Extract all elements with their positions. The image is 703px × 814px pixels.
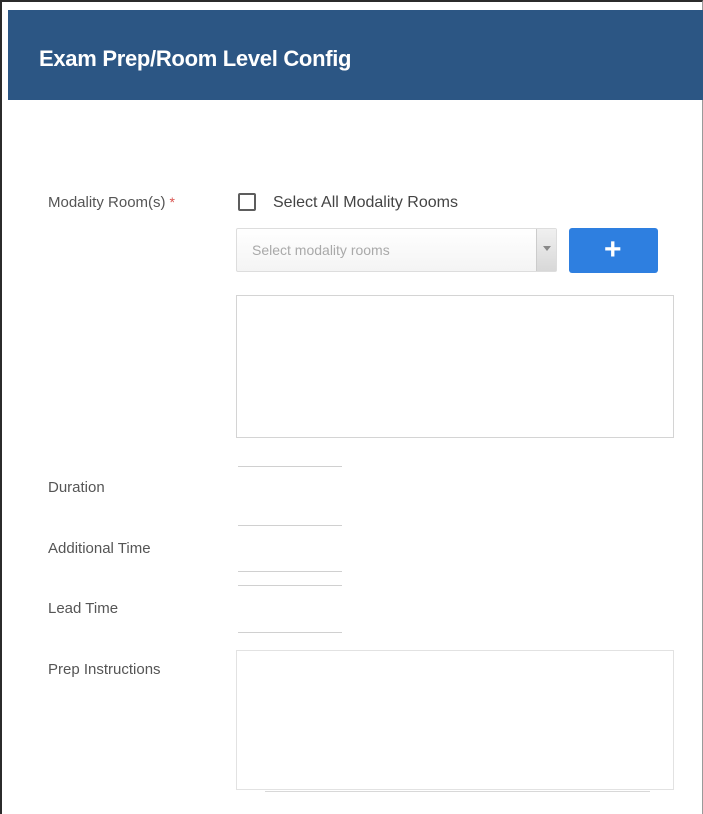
additional-time-label: Additional Time — [48, 540, 151, 557]
duration-label: Duration — [48, 479, 105, 496]
modality-rooms-select[interactable]: Select modality rooms — [236, 228, 557, 272]
additional-time-input[interactable] — [238, 548, 342, 572]
divider — [238, 585, 342, 586]
modality-rooms-label: Modality Room(s) * — [48, 194, 175, 211]
page-frame: Exam Prep/Room Level Config Modality Roo… — [0, 0, 703, 814]
required-asterisk: * — [169, 194, 175, 210]
prep-instructions-label: Prep Instructions — [48, 661, 161, 678]
modality-rooms-select-placeholder: Select modality rooms — [252, 242, 390, 258]
page-title: Exam Prep/Room Level Config — [39, 46, 352, 71]
lead-time-label: Lead Time — [48, 600, 119, 617]
modality-rooms-label-text: Modality Room(s) — [48, 194, 166, 211]
select-dropdown-toggle[interactable] — [536, 229, 556, 271]
page-header: Exam Prep/Room Level Config — [8, 10, 703, 100]
plus-icon: + — [604, 233, 622, 266]
lead-time-input[interactable] — [238, 609, 342, 633]
chevron-down-icon — [543, 246, 551, 251]
duration-input[interactable] — [238, 502, 342, 526]
prep-instructions-textarea[interactable] — [236, 650, 674, 790]
divider — [265, 791, 650, 792]
select-all-modality-rooms-label[interactable]: Select All Modality Rooms — [273, 194, 458, 212]
select-all-modality-rooms-checkbox[interactable] — [238, 193, 256, 211]
selected-modality-rooms-list[interactable] — [236, 295, 674, 438]
divider — [238, 466, 342, 467]
add-modality-room-button[interactable]: + — [569, 228, 658, 273]
